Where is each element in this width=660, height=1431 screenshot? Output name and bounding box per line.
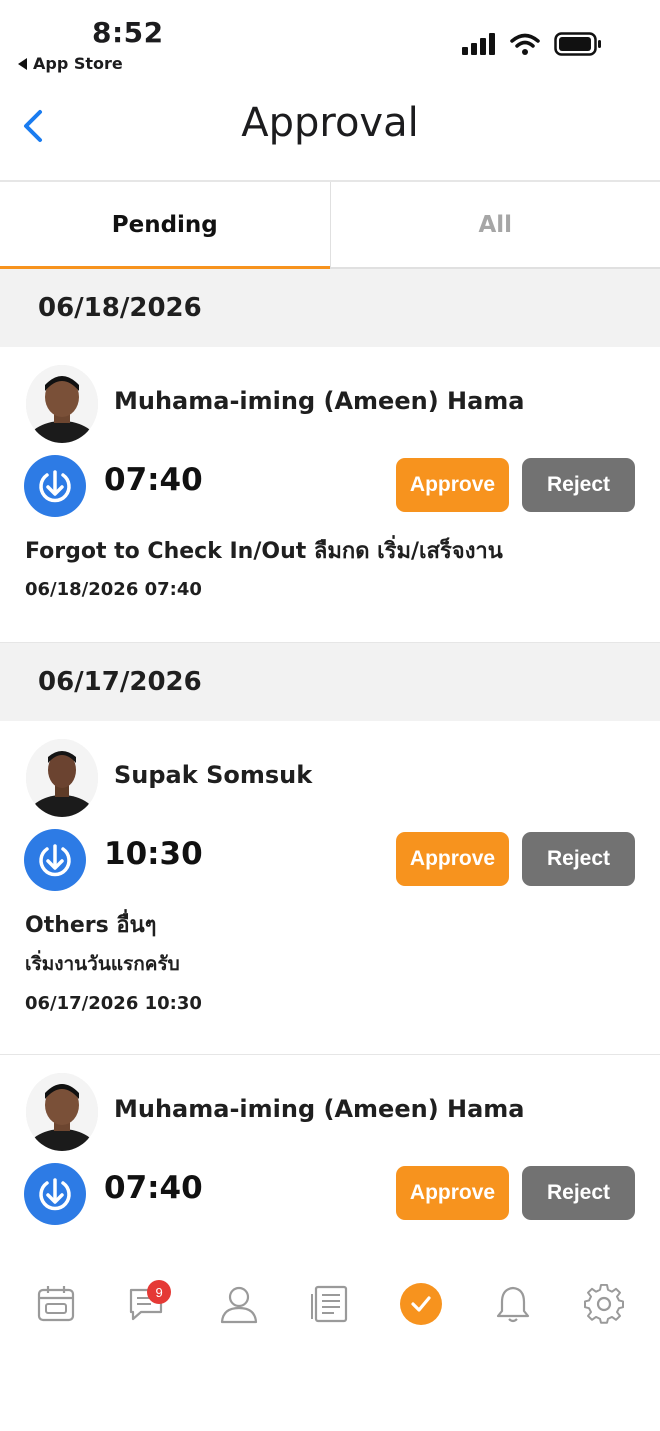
- calendar-icon: [37, 1286, 74, 1322]
- request-timestamp: 06/17/2026 10:30: [25, 993, 202, 1014]
- reject-button[interactable]: Reject: [522, 832, 635, 886]
- status-time: 8:52: [92, 16, 164, 49]
- tab-strip: Pending All: [0, 182, 660, 269]
- date-header: 06/17/2026: [0, 643, 660, 721]
- avatar: [26, 365, 98, 443]
- approve-button[interactable]: Approve: [396, 458, 509, 512]
- approval-list[interactable]: 06/18/2026 Muhama-iming (Ameen) Hama 07:…: [0, 269, 660, 1249]
- avatar: [26, 1073, 98, 1151]
- status-icons: [462, 32, 602, 56]
- request-timestamp: 06/18/2026 07:40: [25, 579, 202, 600]
- tab-approval[interactable]: [391, 1274, 451, 1334]
- tab-pending[interactable]: Pending: [0, 182, 331, 269]
- request-reason: Forgot to Check In/Out ลืมกด เริ่ม/เสร็จ…: [25, 539, 503, 564]
- request-time: 07:40: [104, 462, 203, 498]
- check-in-icon: [24, 1163, 86, 1225]
- date-header: 06/18/2026: [0, 269, 660, 347]
- back-triangle-icon: [18, 57, 27, 70]
- request-card[interactable]: Muhama-iming (Ameen) Hama 07:40 Approve …: [0, 347, 660, 643]
- signal-icon: [462, 33, 495, 55]
- document-icon: [310, 1285, 348, 1323]
- request-card[interactable]: Supak Somsuk 10:30 Approve Reject Others…: [0, 721, 660, 1055]
- back-to-app-store[interactable]: App Store: [18, 54, 123, 73]
- tab-chat[interactable]: 9: [117, 1274, 177, 1334]
- gear-icon: [584, 1283, 625, 1324]
- request-reason: Others อื่นๆ: [25, 913, 157, 938]
- tab-profile[interactable]: [209, 1274, 269, 1334]
- battery-icon: [554, 32, 601, 56]
- status-bar: 8:52 App Store: [0, 0, 660, 80]
- request-time: 07:40: [104, 1170, 203, 1206]
- approve-button[interactable]: Approve: [396, 832, 509, 886]
- check-in-icon: [24, 829, 86, 891]
- approval-check-icon: [400, 1283, 443, 1325]
- employee-name: Muhama-iming (Ameen) Hama: [114, 387, 525, 415]
- approve-button[interactable]: Approve: [396, 1166, 509, 1220]
- tab-all[interactable]: All: [331, 182, 660, 267]
- bell-icon: [496, 1286, 529, 1323]
- request-note: เริ่มงานวันแรกครับ: [25, 953, 180, 975]
- unread-badge: 9: [147, 1280, 172, 1304]
- check-in-icon: [24, 455, 86, 517]
- back-app-label: App Store: [33, 54, 123, 73]
- profile-icon: [220, 1286, 257, 1324]
- employee-name: Muhama-iming (Ameen) Hama: [114, 1095, 525, 1123]
- avatar: [26, 739, 98, 817]
- tab-settings[interactable]: [574, 1274, 634, 1334]
- request-time: 10:30: [104, 836, 203, 872]
- tab-documents[interactable]: [300, 1274, 360, 1334]
- tab-calendar[interactable]: [26, 1274, 86, 1334]
- nav-bar: Approval: [0, 80, 660, 182]
- wifi-icon: [510, 33, 540, 55]
- bottom-tab-bar: 9: [0, 1262, 660, 1346]
- page-title: Approval: [241, 100, 419, 146]
- reject-button[interactable]: Reject: [522, 1166, 635, 1220]
- tab-notifications[interactable]: [483, 1274, 543, 1334]
- request-card[interactable]: Muhama-iming (Ameen) Hama 07:40 Approve …: [0, 1055, 660, 1249]
- employee-name: Supak Somsuk: [114, 761, 313, 789]
- reject-button[interactable]: Reject: [522, 458, 635, 512]
